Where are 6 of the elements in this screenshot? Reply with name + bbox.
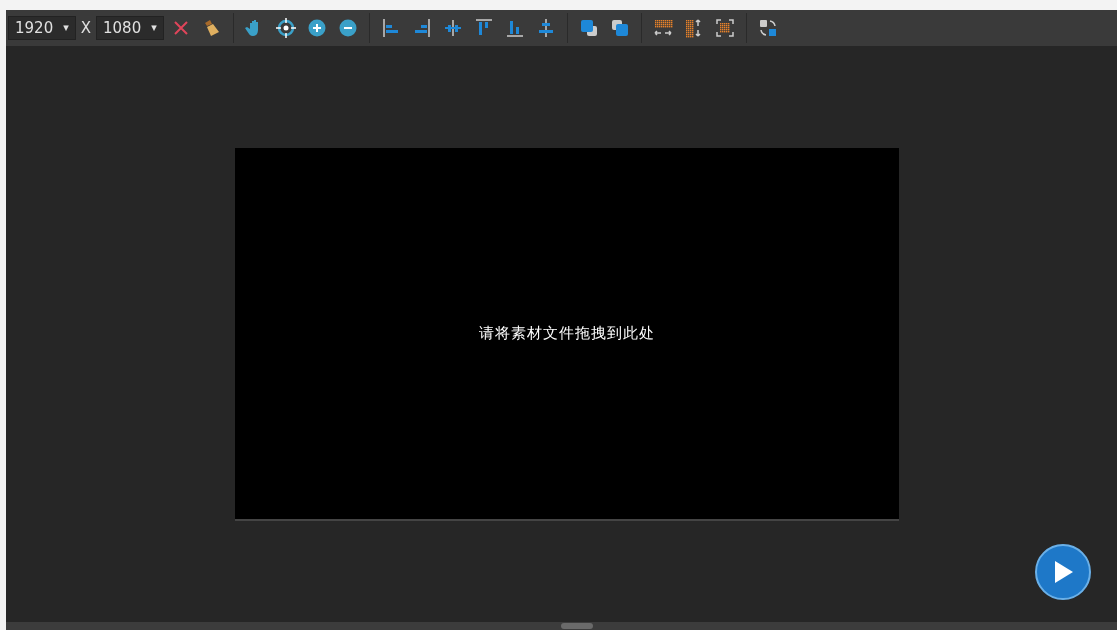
size-separator: X — [79, 17, 92, 39]
height-dropdown[interactable]: 1080 ▾ — [96, 16, 164, 40]
play-button[interactable] — [1035, 544, 1091, 600]
width-dropdown[interactable]: 1920 ▾ — [8, 16, 76, 40]
drop-hint: 请将素材文件拖拽到此处 — [478, 323, 655, 345]
scroll-thumb — [561, 623, 593, 629]
